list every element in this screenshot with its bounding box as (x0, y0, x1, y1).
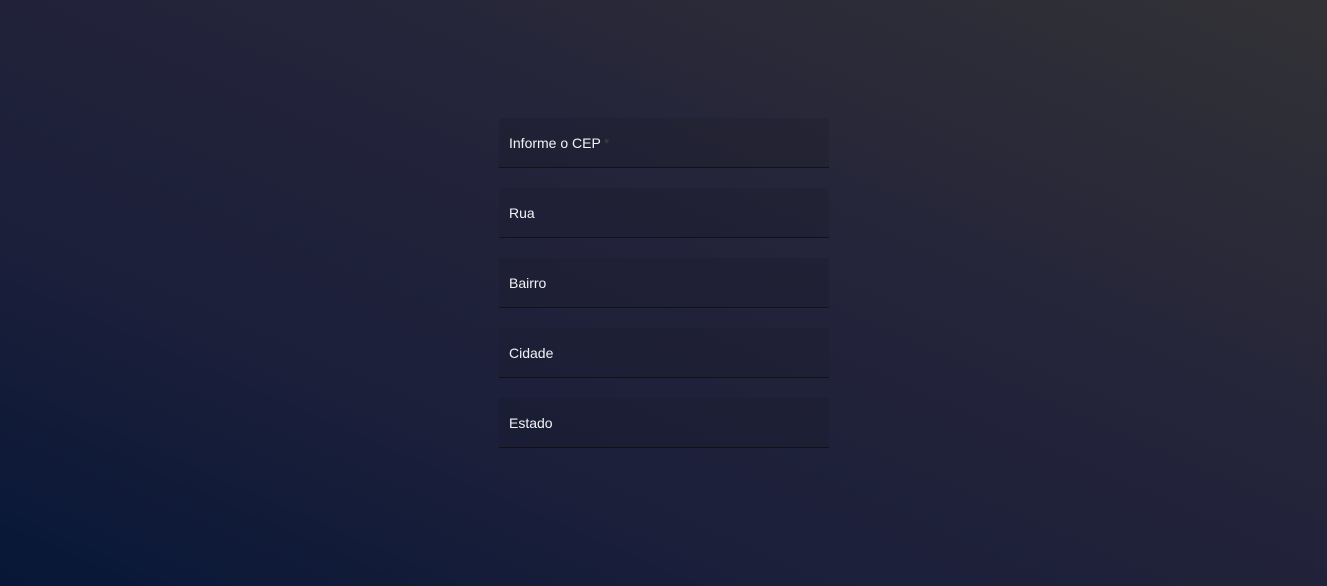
bairro-input[interactable] (499, 258, 829, 307)
cep-field[interactable]: Informe o CEP * (499, 118, 829, 168)
estado-input[interactable] (499, 398, 829, 447)
bairro-field[interactable]: Bairro (499, 258, 829, 308)
rua-field[interactable]: Rua (499, 188, 829, 238)
estado-field[interactable]: Estado (499, 398, 829, 448)
address-form: Informe o CEP * Rua Bairro Cidade Estado (499, 118, 829, 468)
rua-input[interactable] (499, 188, 829, 237)
cidade-input[interactable] (499, 328, 829, 377)
page: { "form": { "fields": [ {"label": "Infor… (0, 0, 1327, 586)
cidade-field[interactable]: Cidade (499, 328, 829, 378)
cep-input[interactable] (499, 118, 829, 167)
